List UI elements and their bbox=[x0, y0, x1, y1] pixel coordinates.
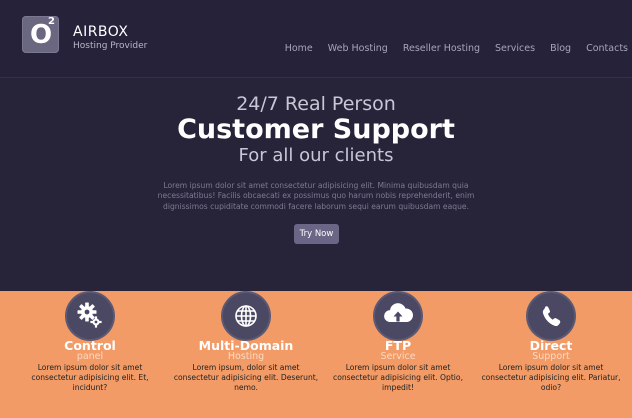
feature-description: Lorem ipsum dolor sit amet consectetur a… bbox=[481, 363, 621, 393]
feature-description: Lorem ipsum dolor sit amet consectetur a… bbox=[31, 363, 149, 393]
feature-subtitle: Hosting bbox=[227, 351, 265, 362]
main-nav: Home Web Hosting Reseller Hosting Servic… bbox=[270, 43, 628, 55]
hero-title: Customer Support bbox=[177, 114, 455, 145]
nav-blog[interactable]: Blog bbox=[550, 43, 571, 55]
feature-description: Lorem ipsum, dolor sit amet consectetur … bbox=[173, 363, 319, 393]
cloud-upload-icon[interactable] bbox=[375, 293, 421, 339]
nav-web-hosting[interactable]: Web Hosting bbox=[328, 43, 388, 55]
gears-icon[interactable] bbox=[67, 293, 113, 339]
site-header: O 2 AIRBOX Hosting Provider Home Web Hos… bbox=[0, 0, 632, 78]
globe-icon[interactable] bbox=[223, 293, 269, 339]
nav-services[interactable]: Services bbox=[495, 43, 535, 55]
feature-description: Lorem ipsum dolor sit amet consectetur a… bbox=[333, 363, 463, 393]
hero-kicker: 24/7 Real Person bbox=[236, 93, 396, 115]
nav-reseller-hosting[interactable]: Reseller Hosting bbox=[403, 43, 480, 55]
feature-subtitle: Service bbox=[380, 351, 416, 362]
hero-paragraph: Lorem ipsum dolor sit amet consectetur a… bbox=[157, 181, 475, 211]
logo[interactable]: O 2 bbox=[22, 16, 59, 53]
brand-name: AIRBOX bbox=[73, 24, 129, 40]
hero-subtitle: For all our clients bbox=[238, 145, 394, 166]
feature-subtitle: panel bbox=[76, 351, 104, 362]
try-now-button[interactable]: Try Now bbox=[294, 224, 339, 244]
feature-subtitle: Support bbox=[532, 351, 570, 362]
nav-home[interactable]: Home bbox=[285, 43, 313, 55]
brand-tagline: Hosting Provider bbox=[73, 41, 148, 51]
logo-superscript: 2 bbox=[48, 16, 55, 27]
phone-icon[interactable] bbox=[528, 293, 574, 339]
nav-contacts[interactable]: Contacts bbox=[586, 43, 628, 55]
